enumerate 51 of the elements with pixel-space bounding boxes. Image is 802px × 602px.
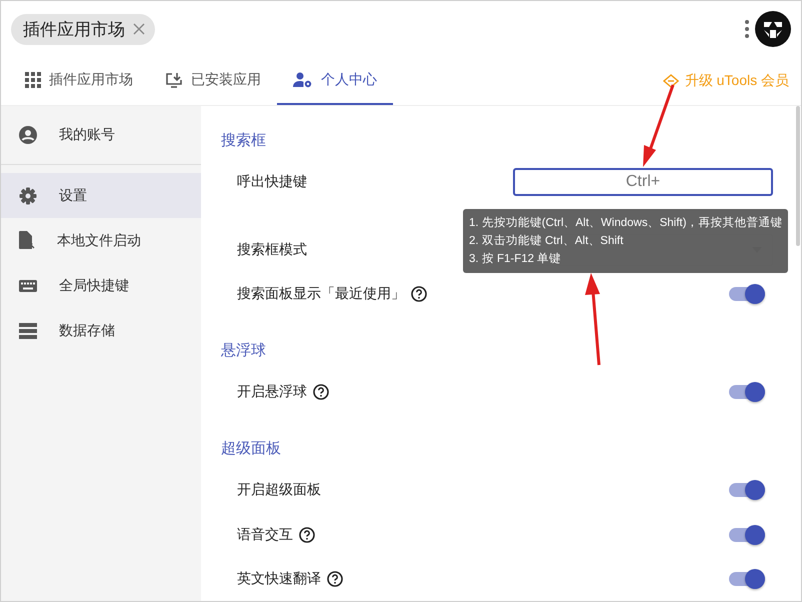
- sidebar-item[interactable]: 我的账号: [1, 106, 201, 165]
- more-icon[interactable]: [745, 20, 749, 38]
- sidebar-label: 设置: [59, 186, 87, 204]
- storage-icon: [19, 322, 37, 338]
- keyboard-icon: [19, 280, 37, 292]
- help-icon[interactable]: [411, 286, 427, 302]
- file-icon: [19, 231, 35, 250]
- tooltip-line: 3. 按 F1-F12 单键: [469, 252, 562, 267]
- setting-label: 开启超级面板: [237, 481, 321, 500]
- shortcut-input-field[interactable]: Ctrl+: [513, 168, 773, 196]
- setting-label: 呼出快捷键: [237, 173, 307, 192]
- nav-tab[interactable]: 插件应用市场: [9, 57, 149, 105]
- sidebar-label: 全局快捷键: [59, 276, 129, 294]
- help-icon[interactable]: [327, 570, 343, 587]
- toggle-switch[interactable]: [729, 483, 765, 498]
- setting-label: 开启悬浮球: [237, 383, 307, 402]
- setting-label: 搜索框模式: [237, 240, 307, 259]
- tooltip-line: 1. 先按功能键(Ctrl、Alt、Windows、Shift)，再按其他普通键: [469, 215, 782, 231]
- user-gear-icon: [293, 72, 313, 88]
- logo-icon[interactable]: [755, 11, 791, 47]
- monitor-download-icon: [165, 72, 183, 88]
- scrollbar[interactable]: [796, 106, 800, 246]
- close-icon[interactable]: [133, 23, 145, 35]
- section-title: 搜索框: [221, 131, 267, 150]
- sidebar-item[interactable]: 数据存储: [1, 308, 201, 353]
- section-title: 悬浮球: [221, 341, 267, 360]
- account-icon: [19, 126, 37, 144]
- app-tab-chip[interactable]: 插件应用市场: [11, 14, 155, 44]
- setting-label: 搜索面板显示「最近使用」: [237, 285, 405, 304]
- sidebar-item[interactable]: 全局快捷键: [1, 263, 201, 308]
- sidebar-label: 我的账号: [59, 126, 115, 144]
- sidebar-label: 数据存储: [59, 322, 115, 340]
- section-title: 超级面板: [221, 439, 282, 458]
- gear-icon: [19, 186, 37, 204]
- toggle-switch[interactable]: [729, 287, 765, 302]
- nav-tab[interactable]: 个人中心: [277, 57, 393, 105]
- sidebar-item[interactable]: 设置: [1, 173, 201, 218]
- sidebar-item[interactable]: 本地文件启动: [1, 218, 201, 263]
- toggle-switch[interactable]: [729, 385, 765, 400]
- sidebar-label: 本地文件启动: [57, 232, 141, 250]
- help-icon[interactable]: [313, 384, 329, 400]
- setting-label: 英文快速翻译: [237, 570, 321, 588]
- nav-tab[interactable]: 已安装应用: [149, 57, 277, 105]
- tooltip-line: 2. 双击功能键 Ctrl、Alt、Shift: [469, 234, 624, 249]
- setting-label: 语音交互: [237, 526, 293, 544]
- toggle-switch[interactable]: [729, 528, 765, 542]
- grid-icon: [25, 72, 41, 88]
- help-icon[interactable]: [299, 526, 315, 543]
- tab-title: 插件应用市场: [23, 18, 125, 40]
- diamond-icon: [662, 74, 679, 88]
- toggle-switch[interactable]: [729, 572, 765, 586]
